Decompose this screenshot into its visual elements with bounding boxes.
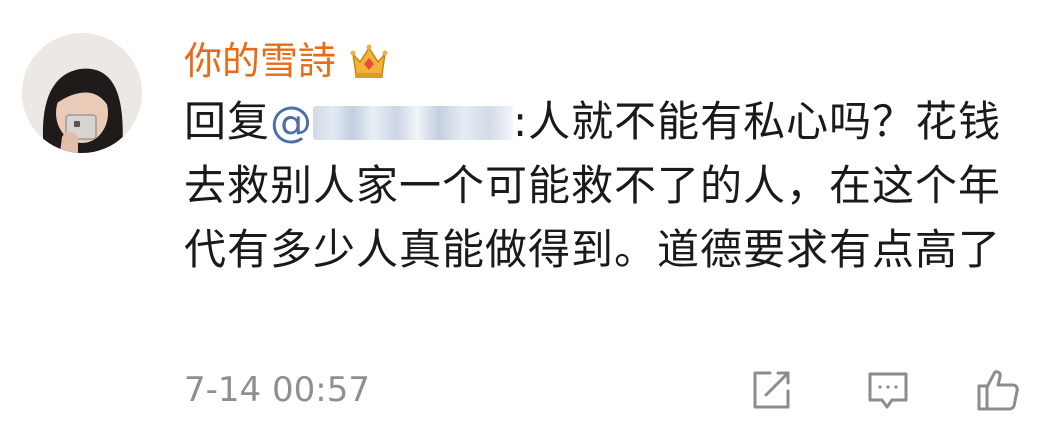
comment-text: 回复@:人就不能有私心吗？花钱去救别人家一个可能救不了的人，在这个年代有多少人真… xyxy=(184,90,1004,282)
edit-button[interactable] xyxy=(745,364,797,416)
username-row: 你的雪詩 xyxy=(184,36,390,86)
reply-prefix: 回复 xyxy=(184,97,271,146)
comment-item: 你的雪詩 回复@:人就不能有私心吗？花钱去救别人家一个可能救不了的人，在这个年代… xyxy=(0,0,1058,430)
crown-icon xyxy=(348,40,390,82)
comment-button[interactable] xyxy=(862,364,914,416)
avatar[interactable] xyxy=(22,33,142,153)
like-icon xyxy=(977,370,1019,411)
username[interactable]: 你的雪詩 xyxy=(184,36,336,86)
comment-icon xyxy=(868,372,908,409)
edit-icon xyxy=(753,371,790,409)
mention-link[interactable]: @ xyxy=(270,97,313,146)
blurred-username xyxy=(313,106,514,140)
like-button[interactable] xyxy=(972,364,1024,416)
timestamp: 7-14 00:57 xyxy=(184,370,370,410)
